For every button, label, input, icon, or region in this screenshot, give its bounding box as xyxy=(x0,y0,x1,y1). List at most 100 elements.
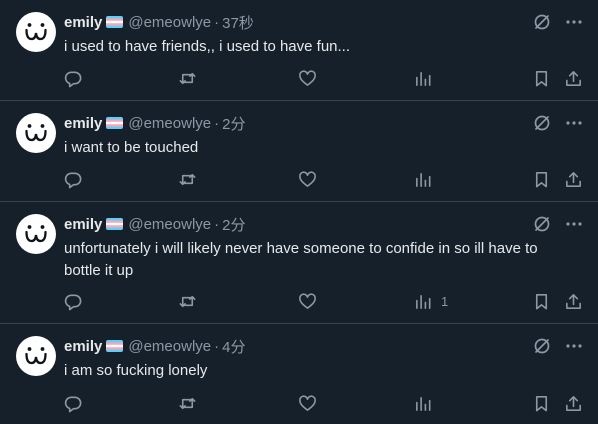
retweet-button[interactable] xyxy=(178,61,197,95)
action-bar xyxy=(54,386,590,420)
views-count: 1 xyxy=(441,293,449,309)
retweet-icon xyxy=(179,173,196,185)
retweet-button[interactable] xyxy=(178,162,197,196)
heart-icon xyxy=(299,394,316,411)
avatar[interactable] xyxy=(16,12,56,52)
more-dots-icon[interactable] xyxy=(564,12,584,32)
tweet[interactable]: emily @emeowlye · 2分 unfortunately i wil… xyxy=(0,202,598,324)
action-bar xyxy=(54,61,590,95)
bar-chart-icon xyxy=(416,172,431,187)
display-name[interactable]: emily xyxy=(64,14,102,31)
kaomoji-face-icon xyxy=(25,347,47,365)
separator: · xyxy=(214,13,220,31)
slashed-circle-icon[interactable] xyxy=(532,214,552,234)
heart-icon xyxy=(299,170,316,187)
share-button[interactable] xyxy=(564,162,583,196)
tweet-header: emily @emeowlye · 4分 xyxy=(64,336,538,356)
handle[interactable]: @emeowlye xyxy=(128,216,211,233)
reply-bubble-icon xyxy=(64,71,82,87)
kaomoji-face-icon xyxy=(25,124,47,142)
tweet-top-icons xyxy=(532,12,584,32)
separator: · xyxy=(214,114,220,132)
share-icon xyxy=(566,395,581,411)
action-bar: 1 xyxy=(54,284,590,318)
transgender-flag-icon xyxy=(106,16,124,28)
kaomoji-face-icon xyxy=(25,23,47,41)
timestamp[interactable]: 4分 xyxy=(222,336,245,357)
reply-button[interactable] xyxy=(64,284,83,318)
tweet-header: emily @emeowlye · 2分 xyxy=(64,113,538,133)
bookmark-icon xyxy=(535,395,548,411)
views-button[interactable]: 1 xyxy=(414,284,448,318)
timestamp[interactable]: 37秒 xyxy=(222,12,254,33)
transgender-flag-icon xyxy=(106,340,124,352)
share-button[interactable] xyxy=(564,284,583,318)
heart-icon xyxy=(299,69,316,86)
tweet-text: unfortunately i will likely never have s… xyxy=(64,240,538,279)
separator: · xyxy=(214,337,220,355)
bar-chart-icon xyxy=(416,71,431,86)
tweet-text: i am so fucking lonely xyxy=(64,362,208,379)
bookmark-button[interactable] xyxy=(532,284,551,318)
bar-chart-icon xyxy=(416,396,431,411)
slashed-circle-icon[interactable] xyxy=(532,12,552,32)
more-dots-icon[interactable] xyxy=(564,113,584,133)
handle[interactable]: @emeowlye xyxy=(128,338,211,355)
timestamp[interactable]: 2分 xyxy=(222,214,245,235)
avatar[interactable] xyxy=(16,214,56,254)
slashed-circle-icon[interactable] xyxy=(532,336,552,356)
bookmark-button[interactable] xyxy=(532,386,551,420)
bookmark-icon xyxy=(535,70,548,86)
avatar[interactable] xyxy=(16,336,56,376)
handle[interactable]: @emeowlye xyxy=(128,115,211,132)
bookmark-button[interactable] xyxy=(532,162,551,196)
reply-bubble-icon xyxy=(64,294,82,310)
share-icon xyxy=(566,171,581,187)
views-button[interactable] xyxy=(414,162,441,196)
handle[interactable]: @emeowlye xyxy=(128,14,211,31)
views-button[interactable] xyxy=(414,61,441,95)
tweet-top-icons xyxy=(532,113,584,133)
bookmark-button[interactable] xyxy=(532,61,551,95)
tweet-top-icons xyxy=(532,336,584,356)
retweet-icon xyxy=(179,295,196,307)
display-name[interactable]: emily xyxy=(64,115,102,132)
tweet[interactable]: emily @emeowlye · 4分 i am so fucking lon… xyxy=(0,324,598,424)
display-name[interactable]: emily xyxy=(64,338,102,355)
separator: · xyxy=(214,215,220,233)
retweet-icon xyxy=(179,72,196,84)
timestamp[interactable]: 2分 xyxy=(222,113,245,134)
slashed-circle-icon[interactable] xyxy=(532,113,552,133)
like-button[interactable] xyxy=(298,162,317,196)
retweet-button[interactable] xyxy=(178,386,197,420)
retweet-icon xyxy=(179,397,196,409)
share-button[interactable] xyxy=(564,386,583,420)
like-button[interactable] xyxy=(298,61,317,95)
tweet-header: emily @emeowlye · 37秒 xyxy=(64,12,538,32)
like-button[interactable] xyxy=(298,386,317,420)
more-dots-icon[interactable] xyxy=(564,214,584,234)
retweet-button[interactable] xyxy=(178,284,197,318)
share-icon xyxy=(566,70,581,86)
display-name[interactable]: emily xyxy=(64,216,102,233)
tweet[interactable]: emily @emeowlye · 37秒 i used to have fri… xyxy=(0,0,598,101)
heart-icon xyxy=(299,292,316,309)
like-button[interactable] xyxy=(298,284,317,318)
reply-button[interactable] xyxy=(64,61,83,95)
views-button[interactable] xyxy=(414,386,441,420)
transgender-flag-icon xyxy=(106,117,124,129)
tweet-top-icons xyxy=(532,214,584,234)
bookmark-icon xyxy=(535,171,548,187)
tweet[interactable]: emily @emeowlye · 2分 i want to be touche… xyxy=(0,101,598,202)
more-dots-icon[interactable] xyxy=(564,336,584,356)
reply-button[interactable] xyxy=(64,162,83,196)
tweet-text: i used to have friends,, i used to have … xyxy=(64,38,351,55)
bar-chart-icon xyxy=(416,294,431,309)
reply-button[interactable] xyxy=(64,386,83,420)
avatar[interactable] xyxy=(16,113,56,153)
kaomoji-face-icon xyxy=(25,225,47,243)
tweet-header: emily @emeowlye · 2分 xyxy=(64,214,538,234)
action-bar xyxy=(54,162,590,196)
transgender-flag-icon xyxy=(106,218,124,230)
share-button[interactable] xyxy=(564,61,583,95)
